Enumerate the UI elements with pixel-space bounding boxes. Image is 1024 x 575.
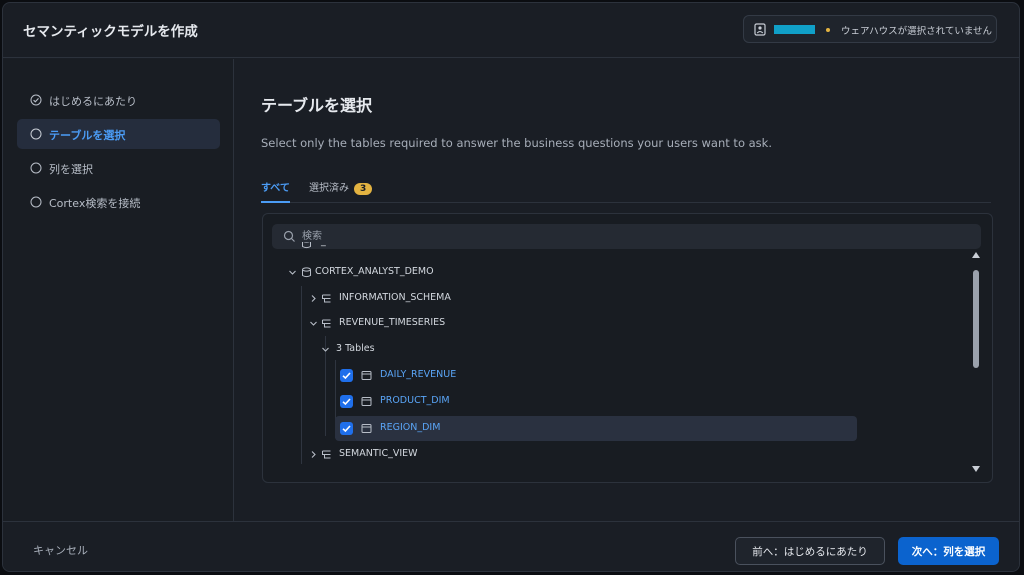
- schema-icon: [322, 319, 331, 328]
- table-checkbox[interactable]: [340, 422, 353, 435]
- step-getting-started[interactable]: はじめるにあたり: [17, 85, 220, 115]
- scroll-up-arrow-icon[interactable]: [972, 252, 980, 258]
- database-icon: [302, 267, 311, 278]
- schema-name: INFORMATION_SCHEMA: [339, 292, 451, 303]
- warehouse-status-text: ウェアハウスが選択されていません: [841, 26, 993, 37]
- circle-icon: [30, 196, 42, 208]
- tree-row-truncated: _: [283, 242, 483, 252]
- dialog-header: セマンティックモデルを作成 ウェアハウスが選択されていません: [3, 3, 1019, 58]
- tree-row-label: _: [321, 242, 326, 247]
- tree-scrollbar[interactable]: [970, 250, 982, 474]
- chevron-right-icon[interactable]: [309, 294, 318, 303]
- dialog-footer: キャンセル 前へ：はじめるにあたり 次へ：列を選択: [3, 521, 1019, 571]
- selected-count-badge: 3: [354, 183, 373, 195]
- step-label: テーブルを選択: [49, 129, 126, 142]
- circle-icon: [30, 128, 42, 140]
- step-label: はじめるにあたり: [49, 95, 137, 108]
- id-badge-icon: [754, 23, 766, 36]
- steps-sidebar: はじめるにあたり テーブルを選択 列を選択 Cortex検索を接続: [3, 59, 234, 521]
- circle-icon: [30, 162, 42, 174]
- chevron-right-icon[interactable]: [309, 450, 318, 459]
- tree-guide-line: [301, 286, 302, 464]
- page-description: Select only the tables required to answe…: [261, 136, 772, 150]
- tree-row-schema[interactable]: INFORMATION_SCHEMA: [307, 287, 707, 311]
- warehouse-selector[interactable]: ウェアハウスが選択されていません: [743, 15, 997, 43]
- tab-label: すべて: [261, 183, 290, 194]
- tab-selected[interactable]: 選択済み 3: [309, 179, 373, 203]
- database-icon: [302, 242, 311, 249]
- dialog-title: セマンティックモデルを作成: [23, 24, 198, 40]
- warehouse-status-dot: [826, 28, 830, 32]
- previous-step-button[interactable]: 前へ：はじめるにあたり: [735, 537, 885, 565]
- tree-row-table-group[interactable]: 3 Tables: [319, 338, 519, 362]
- checkmark-icon: [342, 372, 351, 380]
- checkmark-icon: [342, 398, 351, 406]
- step-label: 列を選択: [49, 163, 93, 176]
- database-name: CORTEX_ANALYST_DEMO: [315, 266, 434, 277]
- table-checkbox[interactable]: [340, 395, 353, 408]
- table-filter-tabs: すべて 選択済み 3: [261, 175, 991, 203]
- table-tree-panel: _ CORTEX_ANALYST_DEMO: [262, 213, 993, 483]
- tree-row-schema[interactable]: SEMANTIC_VIEW: [307, 443, 707, 467]
- chevron-down-icon[interactable]: [309, 319, 318, 328]
- cancel-button[interactable]: キャンセル: [33, 542, 88, 558]
- step-select-columns[interactable]: 列を選択: [17, 153, 220, 183]
- create-semantic-model-dialog: セマンティックモデルを作成 ウェアハウスが選択されていません はじめるにあたり: [2, 2, 1020, 572]
- table-checkbox[interactable]: [340, 369, 353, 382]
- next-step-button[interactable]: 次へ：列を選択: [898, 537, 999, 565]
- table-icon: [361, 424, 372, 433]
- table-name: PRODUCT_DIM: [380, 395, 450, 406]
- main-panel: テーブルを選択 Select only the tables required …: [235, 59, 1019, 521]
- schema-icon: [322, 450, 331, 459]
- schema-icon: [322, 294, 331, 303]
- tree-row-table[interactable]: DAILY_REVENUE: [335, 364, 857, 388]
- redacted-user-name: [774, 25, 815, 34]
- table-name: DAILY_REVENUE: [380, 369, 457, 380]
- page-title: テーブルを選択: [261, 96, 373, 115]
- checkmark-icon: [342, 425, 351, 433]
- table-name: REGION_DIM: [380, 422, 441, 433]
- scrollbar-thumb[interactable]: [973, 270, 979, 368]
- tab-label: 選択済み: [309, 183, 349, 194]
- step-select-tables[interactable]: テーブルを選択: [17, 119, 220, 149]
- step-label: Cortex検索を接続: [49, 197, 141, 210]
- tree-row-database[interactable]: CORTEX_ANALYST_DEMO: [283, 261, 683, 285]
- chevron-down-icon[interactable]: [288, 268, 297, 277]
- tree-row-table[interactable]: REGION_DIM: [335, 416, 857, 441]
- table-group-label: 3 Tables: [336, 343, 375, 354]
- check-circle-icon: [30, 94, 42, 106]
- step-connect-cortex-search[interactable]: Cortex検索を接続: [17, 187, 220, 217]
- schema-name: REVENUE_TIMESERIES: [339, 317, 446, 328]
- schema-name: SEMANTIC_VIEW: [339, 448, 418, 459]
- tree-row-table[interactable]: PRODUCT_DIM: [335, 390, 857, 414]
- tree-row-schema[interactable]: REVENUE_TIMESERIES: [307, 312, 707, 336]
- chevron-down-icon[interactable]: [321, 345, 330, 354]
- scroll-down-arrow-icon[interactable]: [972, 466, 980, 472]
- table-icon: [361, 371, 372, 380]
- tab-all[interactable]: すべて: [261, 179, 290, 203]
- table-icon: [361, 397, 372, 406]
